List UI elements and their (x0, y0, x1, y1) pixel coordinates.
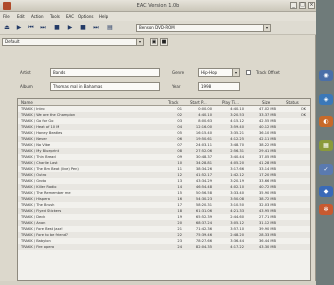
col-name[interactable]: Name (21, 100, 33, 105)
col-status[interactable]: Status (286, 100, 299, 105)
window-title: EAC Version 1.0b (136, 3, 180, 9)
menu-edit[interactable]: Edit (17, 14, 25, 19)
menu-file[interactable]: File (3, 14, 10, 19)
close-button[interactable]: × (308, 2, 315, 9)
genre-value: Hip-Hop (201, 70, 218, 75)
track-start-cell: 82:04.35 (195, 245, 212, 249)
artist-label: Artist (20, 70, 31, 75)
folder-icon[interactable]: ▤ (106, 24, 114, 32)
menu-action[interactable]: Action (31, 14, 44, 19)
maximize-button[interactable]: □ (299, 2, 306, 9)
col-start[interactable]: Start P... (190, 100, 207, 105)
title-bar: EAC Version 1.0b _ □ × (0, 0, 316, 12)
chevron-down-icon[interactable]: ▾ (232, 69, 239, 76)
menu-options[interactable]: Options (78, 14, 93, 19)
year-field[interactable]: 1998 (198, 82, 240, 91)
track-name-cell: TRAKK / Fire opera (21, 245, 55, 249)
gear-icon[interactable]: ✻ (319, 204, 333, 215)
profile-select-value: Default (5, 39, 20, 44)
compress-icon[interactable]: ◈ (319, 94, 333, 105)
info-icon[interactable]: ◆ (319, 186, 333, 197)
tag-icon[interactable]: ▦ (319, 140, 333, 151)
main-window: EAC Version 1.0b _ □ × File Edit Action … (0, 0, 316, 285)
profile-bar: Default ▾ ▣ ■ (0, 36, 316, 48)
col-size[interactable]: Size (262, 100, 270, 105)
skip-icon[interactable]: ⏭ (92, 24, 100, 32)
album-label: Album (20, 84, 33, 89)
menu-bar: File Edit Action Tools EAC Options Help (0, 12, 316, 21)
stop-square-icon[interactable]: ■ (79, 24, 87, 32)
col-length[interactable]: Play Ti... (222, 100, 239, 105)
track-offset-label: Track Offset (256, 70, 280, 75)
chevron-down-icon[interactable]: ▾ (263, 25, 270, 31)
track-offset-checkbox[interactable] (246, 70, 251, 75)
toolbar: ⏏ ▶ ⏮ ⏭ ■ ▶ ■ ⏭ ▤ Benson DVD-ROM ▾ (0, 21, 316, 35)
track-length-cell: 4:17.22 (230, 245, 244, 249)
track-number-cell: 24 (177, 245, 182, 249)
profile-select[interactable]: Default ▾ (2, 38, 144, 46)
status-bar (0, 281, 316, 285)
save-icon[interactable]: ■ (160, 38, 168, 46)
album-field[interactable]: Thomas mal in Bahamas (50, 82, 160, 91)
menu-tools[interactable]: Tools (50, 14, 60, 19)
genre-select[interactable]: Hip-Hop ▾ (198, 68, 240, 77)
open-icon[interactable]: ▣ (150, 38, 158, 46)
play-icon[interactable]: ▶ (15, 24, 23, 32)
check-icon[interactable]: ✓ (319, 164, 333, 175)
year-label: Year (172, 84, 181, 89)
drive-select[interactable]: Benson DVD-ROM ▾ (136, 24, 271, 32)
track-list[interactable]: Name Track Start P... Play Ti... Size St… (17, 98, 311, 281)
menu-eac[interactable]: EAC (66, 14, 74, 19)
minimize-button[interactable]: _ (290, 2, 297, 9)
eject-icon[interactable]: ⏏ (3, 24, 11, 32)
next-icon[interactable]: ⏭ (39, 24, 47, 32)
track-size-cell: 43.30 MB (259, 245, 276, 249)
stop-icon[interactable]: ■ (53, 24, 61, 32)
track-rows: TRAKK / Intro 01 0:00.00 4:40.10 47.02 MB OK T… (18, 106, 310, 250)
genre-label: Genre (172, 70, 185, 75)
copy-icon[interactable]: ◐ (319, 116, 333, 127)
col-track[interactable]: Track (168, 100, 178, 105)
pause-icon[interactable]: ▶ (66, 24, 74, 32)
artist-field[interactable]: Bands (50, 68, 160, 77)
drive-select-value: Benson DVD-ROM (139, 25, 175, 30)
cd-icon[interactable]: ◉ (319, 70, 333, 81)
prev-icon[interactable]: ⏮ (27, 24, 35, 32)
track-list-header: Name Track Start P... Play Ti... Size St… (18, 99, 310, 106)
table-row[interactable]: TRAKK / Fire opera 24 82:04.35 4:17.22 43.30… (18, 244, 310, 250)
chevron-down-icon[interactable]: ▾ (136, 39, 143, 45)
menu-help[interactable]: Help (99, 14, 108, 19)
action-sidebar: ◉ ◈ ◐ ▦ ✓ ◆ ✻ (318, 64, 334, 224)
album-info-panel: Artist Bands Genre Hip-Hop ▾ Track Offse… (0, 64, 316, 96)
